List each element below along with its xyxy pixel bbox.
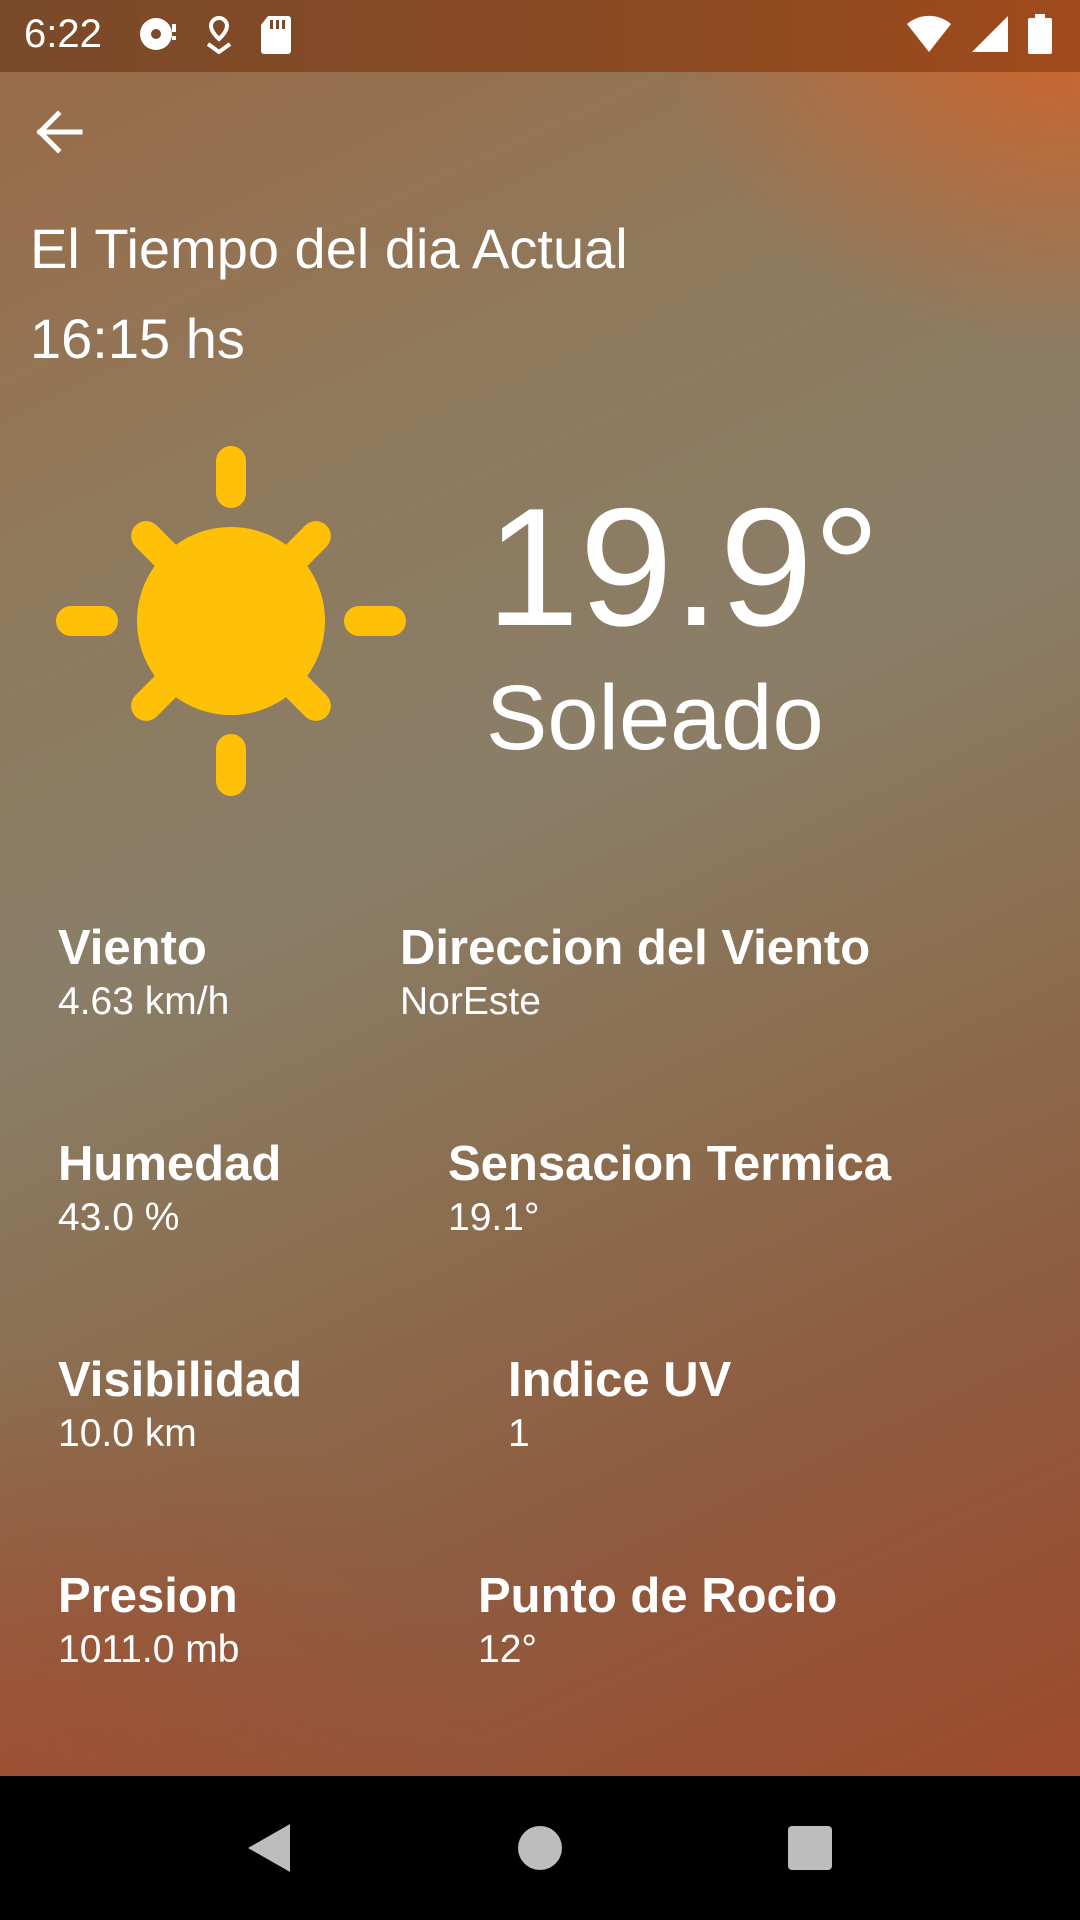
sun-icon	[56, 446, 406, 796]
stat-value: 1011.0 mb	[58, 1628, 240, 1671]
back-button[interactable]	[28, 100, 92, 164]
recents-square-icon	[788, 1826, 832, 1870]
stat-value: 4.63 km/h	[58, 980, 230, 1023]
stat-label: Humedad	[58, 1137, 282, 1191]
stat-value: NorEste	[400, 980, 541, 1023]
temperature: 19.9°	[486, 473, 881, 661]
weather-condition: Soleado	[486, 667, 824, 769]
stat-label: Viento	[58, 921, 207, 975]
stat-feels-like: Sensacion Termica 19.1°	[448, 1134, 891, 1242]
back-triangle-icon	[248, 1824, 290, 1872]
update-time: 16:15 hs	[30, 307, 245, 370]
arrow-back-icon	[36, 110, 83, 154]
location-pin-icon	[204, 14, 234, 64]
stat-wind: Viento 4.63 km/h	[58, 918, 229, 1026]
stat-wind-direction: Direccion del Viento NorEste	[400, 918, 870, 1026]
stat-label: Indice UV	[508, 1353, 732, 1407]
stat-pressure: Presion 1011.0 mb	[58, 1566, 239, 1674]
status-bar: 6:22	[0, 0, 1080, 72]
wifi-icon	[906, 14, 952, 64]
stat-label: Direccion del Viento	[400, 921, 871, 975]
stat-value: 10.0 km	[58, 1412, 197, 1455]
page-title: El Tiempo del dia Actual	[30, 217, 628, 280]
weather-detail-screen: El Tiempo del dia Actual 16:15 hs 19.9° …	[0, 0, 1080, 1920]
stat-value: 1	[508, 1412, 530, 1455]
stat-label: Punto de Rocio	[478, 1569, 838, 1623]
stat-dew-point: Punto de Rocio 12°	[478, 1566, 837, 1674]
stat-label: Presion	[58, 1569, 238, 1623]
stat-value: 12°	[478, 1628, 537, 1671]
home-circle-icon	[518, 1826, 562, 1870]
system-nav-bar	[0, 1776, 1080, 1920]
nav-recents-button[interactable]	[778, 1816, 842, 1880]
stat-uv-index: Indice UV 1	[508, 1350, 731, 1458]
stat-label: Sensacion Termica	[448, 1137, 892, 1191]
stat-label: Visibilidad	[58, 1353, 303, 1407]
signal-icon	[970, 14, 1010, 64]
stat-value: 19.1°	[448, 1196, 540, 1239]
stat-visibility: Visibilidad 10.0 km	[58, 1350, 302, 1458]
nav-home-button[interactable]	[508, 1816, 572, 1880]
sd-card-icon	[260, 14, 292, 64]
status-time: 6:22	[24, 12, 102, 56]
battery-icon	[1028, 14, 1052, 64]
stat-humidity: Humedad 43.0 %	[58, 1134, 281, 1242]
disc-icon	[138, 14, 178, 64]
stat-value: 43.0 %	[58, 1196, 180, 1239]
nav-back-button[interactable]	[238, 1816, 302, 1880]
